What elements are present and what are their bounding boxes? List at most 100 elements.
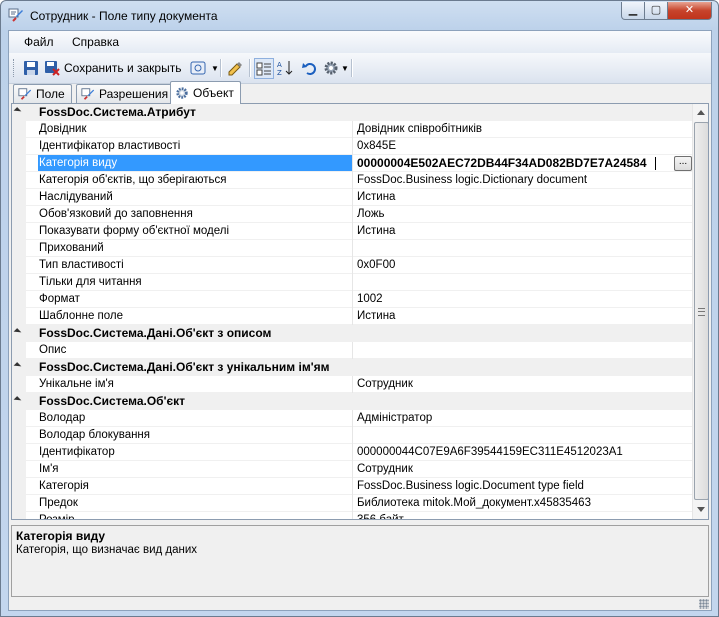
column-splitter[interactable] <box>352 172 353 189</box>
property-name[interactable]: Прихований <box>39 240 352 256</box>
property-value[interactable]: 0x0F00 <box>357 257 687 273</box>
ellipsis-button[interactable]: ... <box>674 156 692 171</box>
sort-alphabetical-button[interactable]: A Z <box>277 58 295 78</box>
vertical-scrollbar[interactable] <box>692 104 708 519</box>
column-splitter[interactable] <box>352 240 353 257</box>
property-value[interactable] <box>357 427 687 443</box>
property-row[interactable]: Предок Библиотека mitok.Мой_документ.х458… <box>12 495 692 512</box>
property-row[interactable]: Наслідуваний Истина <box>12 189 692 206</box>
collapse-icon[interactable] <box>13 396 22 404</box>
close-button[interactable]: ✕ <box>667 2 712 20</box>
minimize-button[interactable]: ▁ <box>621 2 645 20</box>
property-name[interactable]: Формат <box>39 291 352 307</box>
property-name[interactable]: Наслідуваний <box>39 189 352 205</box>
property-value[interactable] <box>357 342 687 358</box>
menu-file[interactable]: Файл <box>24 35 54 49</box>
property-row[interactable]: Прихований <box>12 240 692 257</box>
property-row[interactable]: Категорія об'єктів, що зберігаються FossD… <box>12 172 692 189</box>
resize-grip[interactable] <box>699 599 709 609</box>
property-name[interactable]: Володар блокування <box>39 427 352 443</box>
property-value[interactable] <box>357 274 687 290</box>
property-name[interactable]: Ім'я <box>39 461 352 477</box>
column-splitter[interactable] <box>352 291 353 308</box>
property-row[interactable]: Опис <box>12 342 692 359</box>
property-value[interactable]: Сотрудник <box>357 376 687 392</box>
property-row[interactable]: Ідентифікатор 000000044C07E9A6F39544159EC… <box>12 444 692 461</box>
column-splitter[interactable] <box>352 376 353 393</box>
property-name[interactable]: Предок <box>39 495 352 511</box>
property-row[interactable]: Довідник Довідник співробітників <box>12 121 692 138</box>
maximize-button[interactable]: ▢ <box>644 2 668 20</box>
column-splitter[interactable] <box>352 189 353 206</box>
property-name[interactable]: Категорія об'єктів, що зберігаються <box>39 172 352 188</box>
property-row[interactable]: Володар Адміністратор <box>12 410 692 427</box>
print-dropdown-button[interactable]: ▼ <box>190 58 219 78</box>
column-splitter[interactable] <box>352 138 353 155</box>
collapse-icon[interactable] <box>13 107 22 115</box>
categorized-view-button[interactable] <box>254 58 274 79</box>
property-value[interactable]: FossDoc.Business logic.Document type fie… <box>357 478 687 494</box>
undo-button[interactable] <box>302 58 318 78</box>
column-splitter[interactable] <box>352 274 353 291</box>
property-value[interactable]: 356 байт <box>357 512 687 519</box>
column-splitter[interactable] <box>352 461 353 478</box>
property-row[interactable]: Формат 1002 <box>12 291 692 308</box>
property-name[interactable]: Володар <box>39 410 352 426</box>
column-splitter[interactable] <box>352 478 353 495</box>
menu-help[interactable]: Справка <box>72 35 119 49</box>
column-splitter[interactable] <box>352 257 353 274</box>
property-value[interactable]: Сотрудник <box>357 461 687 477</box>
category-row[interactable]: FossDoc.Система.Дані.Об'єкт з унікальним… <box>12 359 692 376</box>
property-value[interactable]: FossDoc.Business logic.Dictionary docume… <box>357 172 687 188</box>
property-row[interactable]: Володар блокування <box>12 427 692 444</box>
column-splitter[interactable] <box>352 410 353 427</box>
property-value[interactable]: 00000004E502AEC72DB44F34AD082BD7E7A24584 <box>357 155 687 171</box>
property-name[interactable]: Довідник <box>39 121 352 137</box>
property-row[interactable]: Ім'я Сотрудник <box>12 461 692 478</box>
scroll-up-arrow-icon[interactable] <box>697 110 705 115</box>
property-name[interactable]: Категорія <box>39 478 352 494</box>
property-value[interactable]: Довідник співробітників <box>357 121 687 137</box>
property-value[interactable] <box>357 240 687 256</box>
category-row[interactable]: FossDoc.Система.Дані.Об'єкт з описом <box>12 325 692 342</box>
property-name[interactable]: Ідентифікатор <box>39 444 352 460</box>
property-row[interactable]: Шаблонне поле Истина <box>12 308 692 325</box>
column-splitter[interactable] <box>352 155 353 172</box>
property-name[interactable]: Тільки для читання <box>39 274 352 290</box>
save-button[interactable] <box>23 58 39 78</box>
property-name[interactable]: Категорія виду <box>38 155 352 171</box>
property-name[interactable]: Ідентифікатор властивості <box>39 138 352 154</box>
title-bar[interactable]: Сотрудник - Поле типу документа ▁ ▢ ✕ <box>1 1 718 30</box>
property-value[interactable]: Адміністратор <box>357 410 687 426</box>
tab-permissions[interactable]: Разрешения <box>76 84 176 103</box>
property-row[interactable]: Показувати форму об'єктної моделі Истина <box>12 223 692 240</box>
property-name[interactable]: Тип властивості <box>39 257 352 273</box>
category-row[interactable]: FossDoc.Система.Об'єкт <box>12 393 692 410</box>
edit-button[interactable] <box>227 58 243 78</box>
property-value[interactable]: Библиотека mitok.Мой_документ.х45835463 <box>357 495 687 511</box>
property-value[interactable]: 1002 <box>357 291 687 307</box>
property-row[interactable]: Тільки для читання <box>12 274 692 291</box>
column-splitter[interactable] <box>352 223 353 240</box>
scroll-thumb[interactable] <box>694 122 708 500</box>
column-splitter[interactable] <box>352 308 353 325</box>
property-name[interactable]: Обов'язковий до заповнення <box>39 206 352 222</box>
column-splitter[interactable] <box>352 444 353 461</box>
property-name[interactable]: Опис <box>39 342 352 358</box>
column-splitter[interactable] <box>352 342 353 359</box>
property-value[interactable]: 0x845E <box>357 138 687 154</box>
category-row[interactable]: FossDoc.Система.Атрибут <box>12 104 692 121</box>
property-row[interactable]: Категорія FossDoc.Business logic.Document… <box>12 478 692 495</box>
property-value[interactable]: Истина <box>357 189 687 205</box>
property-name[interactable]: Розмір <box>39 512 352 519</box>
collapse-icon[interactable] <box>13 328 22 336</box>
property-value[interactable]: Ложь <box>357 206 687 222</box>
tab-field[interactable]: Поле <box>13 84 72 103</box>
column-splitter[interactable] <box>352 512 353 519</box>
column-splitter[interactable] <box>352 495 353 512</box>
property-value[interactable]: Истина <box>357 223 687 239</box>
save-and-close-button[interactable]: Сохранить и закрыть <box>44 58 181 78</box>
property-row[interactable]: Тип властивості 0x0F00 <box>12 257 692 274</box>
toolbar-grip[interactable] <box>13 59 16 77</box>
property-value[interactable]: 000000044C07E9A6F39544159EC311E4512023A1 <box>357 444 687 460</box>
